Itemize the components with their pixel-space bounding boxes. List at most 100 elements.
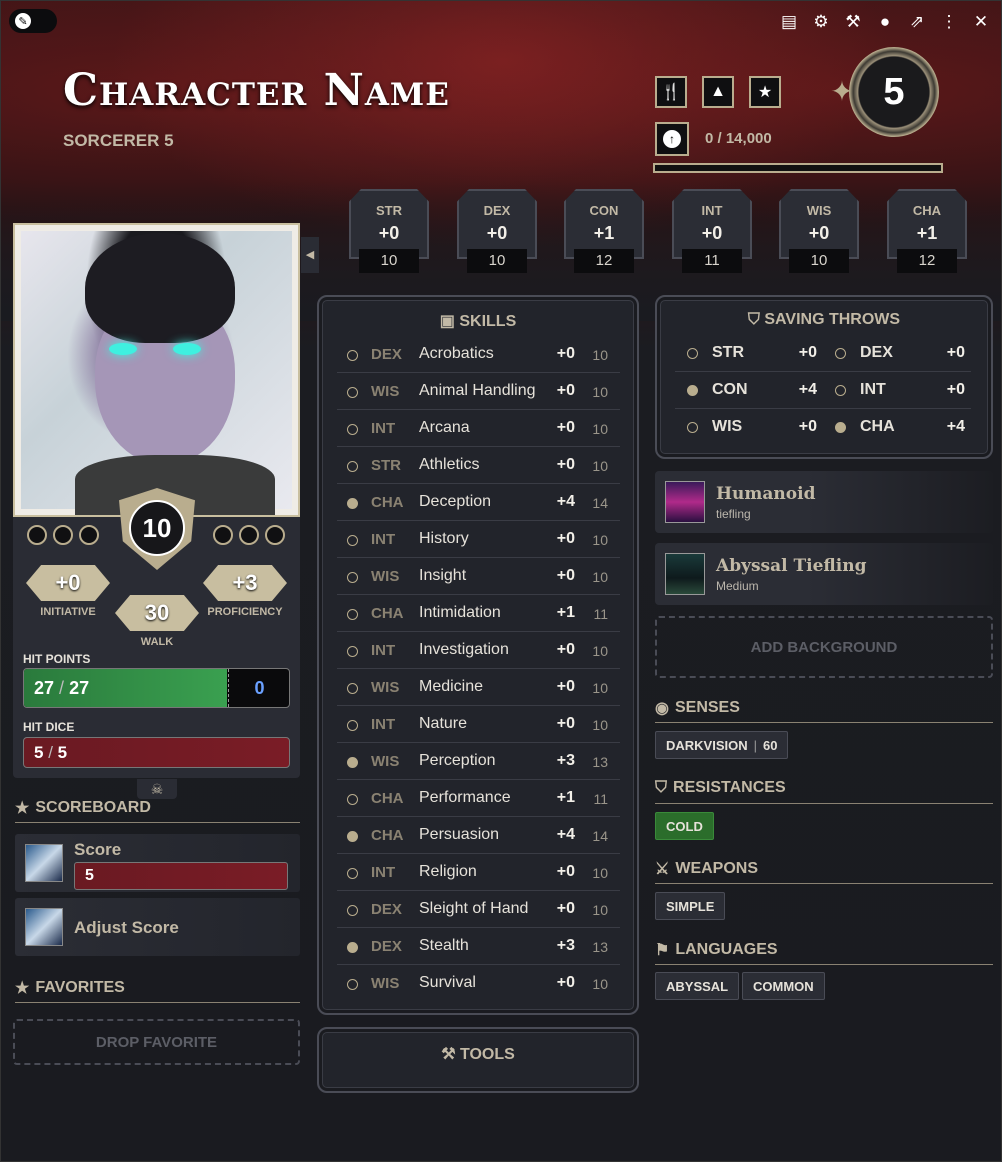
proficiency-toggle[interactable] (347, 868, 358, 879)
ability-modifier[interactable]: +0 (779, 223, 859, 244)
trait-card-race[interactable]: Abyssal Tiefling Medium (655, 543, 993, 605)
proficiency-toggle[interactable] (347, 942, 358, 953)
skill-name[interactable]: Nature (419, 715, 467, 733)
skill-ability[interactable]: CHA (371, 494, 404, 511)
character-portrait[interactable] (13, 223, 300, 517)
xp-text[interactable]: 0 / 14,000 (705, 130, 772, 147)
skill-ability[interactable]: INT (371, 531, 395, 548)
proficiency-toggle[interactable] (347, 720, 358, 731)
scoreboard-item-adjust[interactable]: Adjust Score (15, 898, 300, 956)
proficiency-toggle[interactable] (347, 646, 358, 657)
hit-dice-bar[interactable]: 5 / 5 (23, 737, 290, 768)
skill-ability[interactable]: WIS (371, 568, 399, 585)
death-save-pip[interactable] (79, 525, 99, 545)
skill-ability[interactable]: DEX (371, 901, 402, 918)
user-circle-icon[interactable]: ● (875, 11, 895, 33)
language-tag[interactable]: COMMON (742, 972, 825, 1000)
skill-name[interactable]: Arcana (419, 419, 470, 437)
death-save-pip[interactable] (53, 525, 73, 545)
class-line[interactable]: SORCERER 5 (63, 131, 174, 151)
character-name[interactable]: Character Name (63, 65, 450, 116)
ability-con[interactable]: CON +1 12 (564, 189, 644, 277)
skill-row[interactable]: INT History +0 10 (337, 521, 620, 558)
weapon-tag[interactable]: SIMPLE (655, 892, 726, 920)
ability-score[interactable]: 10 (359, 249, 419, 273)
skill-name[interactable]: Athletics (419, 456, 479, 474)
long-rest-button[interactable]: ▲ (702, 76, 734, 108)
hit-points-bar[interactable]: 27 / 27 0 (23, 668, 290, 708)
save-ability[interactable]: CHA (860, 418, 895, 436)
ability-cha[interactable]: CHA +1 12 (887, 189, 967, 277)
saving-throw-cha[interactable]: CHA +4 (835, 409, 981, 446)
ability-str[interactable]: STR +0 10 (349, 189, 429, 277)
ability-modifier[interactable]: +1 (887, 223, 967, 244)
skill-name[interactable]: Performance (419, 789, 511, 807)
saving-throw-str[interactable]: STR +0 (687, 335, 833, 372)
skill-name[interactable]: Investigation (419, 641, 509, 659)
skill-row[interactable]: WIS Survival +0 10 (337, 965, 620, 1002)
skill-ability[interactable]: DEX (371, 938, 402, 955)
skill-ability[interactable]: CHA (371, 827, 404, 844)
save-ability[interactable]: CON (712, 381, 748, 399)
add-background-zone[interactable]: ADD BACKGROUND (655, 616, 993, 678)
score-value-field[interactable]: 5 (74, 862, 288, 890)
level-up-button[interactable]: ↑ (655, 122, 689, 156)
ability-score[interactable]: 11 (682, 249, 742, 273)
skill-ability[interactable]: WIS (371, 975, 399, 992)
skill-ability[interactable]: STR (371, 457, 401, 474)
sheet-settings-toggle[interactable]: ✎ (9, 9, 57, 33)
skill-row[interactable]: DEX Acrobatics +0 10 (337, 336, 620, 373)
walk-speed-value[interactable]: 30 (115, 595, 199, 631)
saving-throw-dex[interactable]: DEX +0 (835, 335, 981, 372)
inspiration-button[interactable]: ★ (749, 76, 781, 108)
ability-modifier[interactable]: +0 (672, 223, 752, 244)
save-ability[interactable]: WIS (712, 418, 742, 436)
skill-row[interactable]: CHA Intimidation +1 11 (337, 595, 620, 632)
saving-throw-con[interactable]: CON +4 (687, 372, 833, 409)
resistance-tag[interactable]: COLD (655, 812, 714, 840)
temp-hp[interactable]: 0 (228, 669, 289, 707)
skill-name[interactable]: History (419, 530, 469, 548)
death-save-pip[interactable] (27, 525, 47, 545)
skill-row[interactable]: INT Investigation +0 10 (337, 632, 620, 669)
drop-favorite-zone[interactable]: DROP FAVORITE (13, 1019, 300, 1065)
proficiency-toggle[interactable] (347, 572, 358, 583)
skill-ability[interactable]: DEX (371, 346, 402, 363)
skill-name[interactable]: Survival (419, 974, 476, 992)
skill-row[interactable]: CHA Performance +1 11 (337, 780, 620, 817)
scoreboard-item-score[interactable]: Score 5 (15, 834, 300, 892)
skill-name[interactable]: Sleight of Hand (419, 900, 528, 918)
proficiency-toggle[interactable] (687, 348, 698, 359)
save-ability[interactable]: INT (860, 381, 886, 399)
save-ability[interactable]: DEX (860, 344, 893, 362)
proficiency-toggle[interactable] (347, 498, 358, 509)
proficiency-toggle[interactable] (347, 794, 358, 805)
death-save-pip[interactable] (265, 525, 285, 545)
hp-current[interactable]: 27 (34, 678, 54, 698)
ability-score[interactable]: 12 (574, 249, 634, 273)
skill-name[interactable]: Acrobatics (419, 345, 494, 363)
proficiency-toggle[interactable] (835, 422, 846, 433)
skill-name[interactable]: Animal Handling (419, 382, 536, 400)
wrench-icon[interactable]: ⚒ (843, 11, 863, 33)
ability-dex[interactable]: DEX +0 10 (457, 189, 537, 277)
ability-wis[interactable]: WIS +0 10 (779, 189, 859, 277)
skill-row[interactable]: DEX Stealth +3 13 (337, 928, 620, 965)
skill-name[interactable]: Perception (419, 752, 496, 770)
short-rest-button[interactable]: 🍴 (655, 76, 687, 108)
skill-name[interactable]: Deception (419, 493, 491, 511)
external-link-icon[interactable]: ⇗ (907, 11, 927, 33)
proficiency-toggle[interactable] (687, 422, 698, 433)
proficiency-toggle[interactable] (347, 757, 358, 768)
gear-icon[interactable]: ⚙ (811, 11, 831, 33)
skill-ability[interactable]: WIS (371, 383, 399, 400)
skill-row[interactable]: CHA Deception +4 14 (337, 484, 620, 521)
close-icon[interactable]: ✕ (971, 11, 991, 33)
proficiency-toggle[interactable] (347, 979, 358, 990)
skill-ability[interactable]: CHA (371, 790, 404, 807)
skill-ability[interactable]: WIS (371, 679, 399, 696)
kebab-menu-icon[interactable]: ⋮ (939, 11, 959, 33)
skill-name[interactable]: Intimidation (419, 604, 501, 622)
collapse-sidebar-button[interactable]: ◀ (301, 237, 319, 273)
ability-int[interactable]: INT +0 11 (672, 189, 752, 277)
